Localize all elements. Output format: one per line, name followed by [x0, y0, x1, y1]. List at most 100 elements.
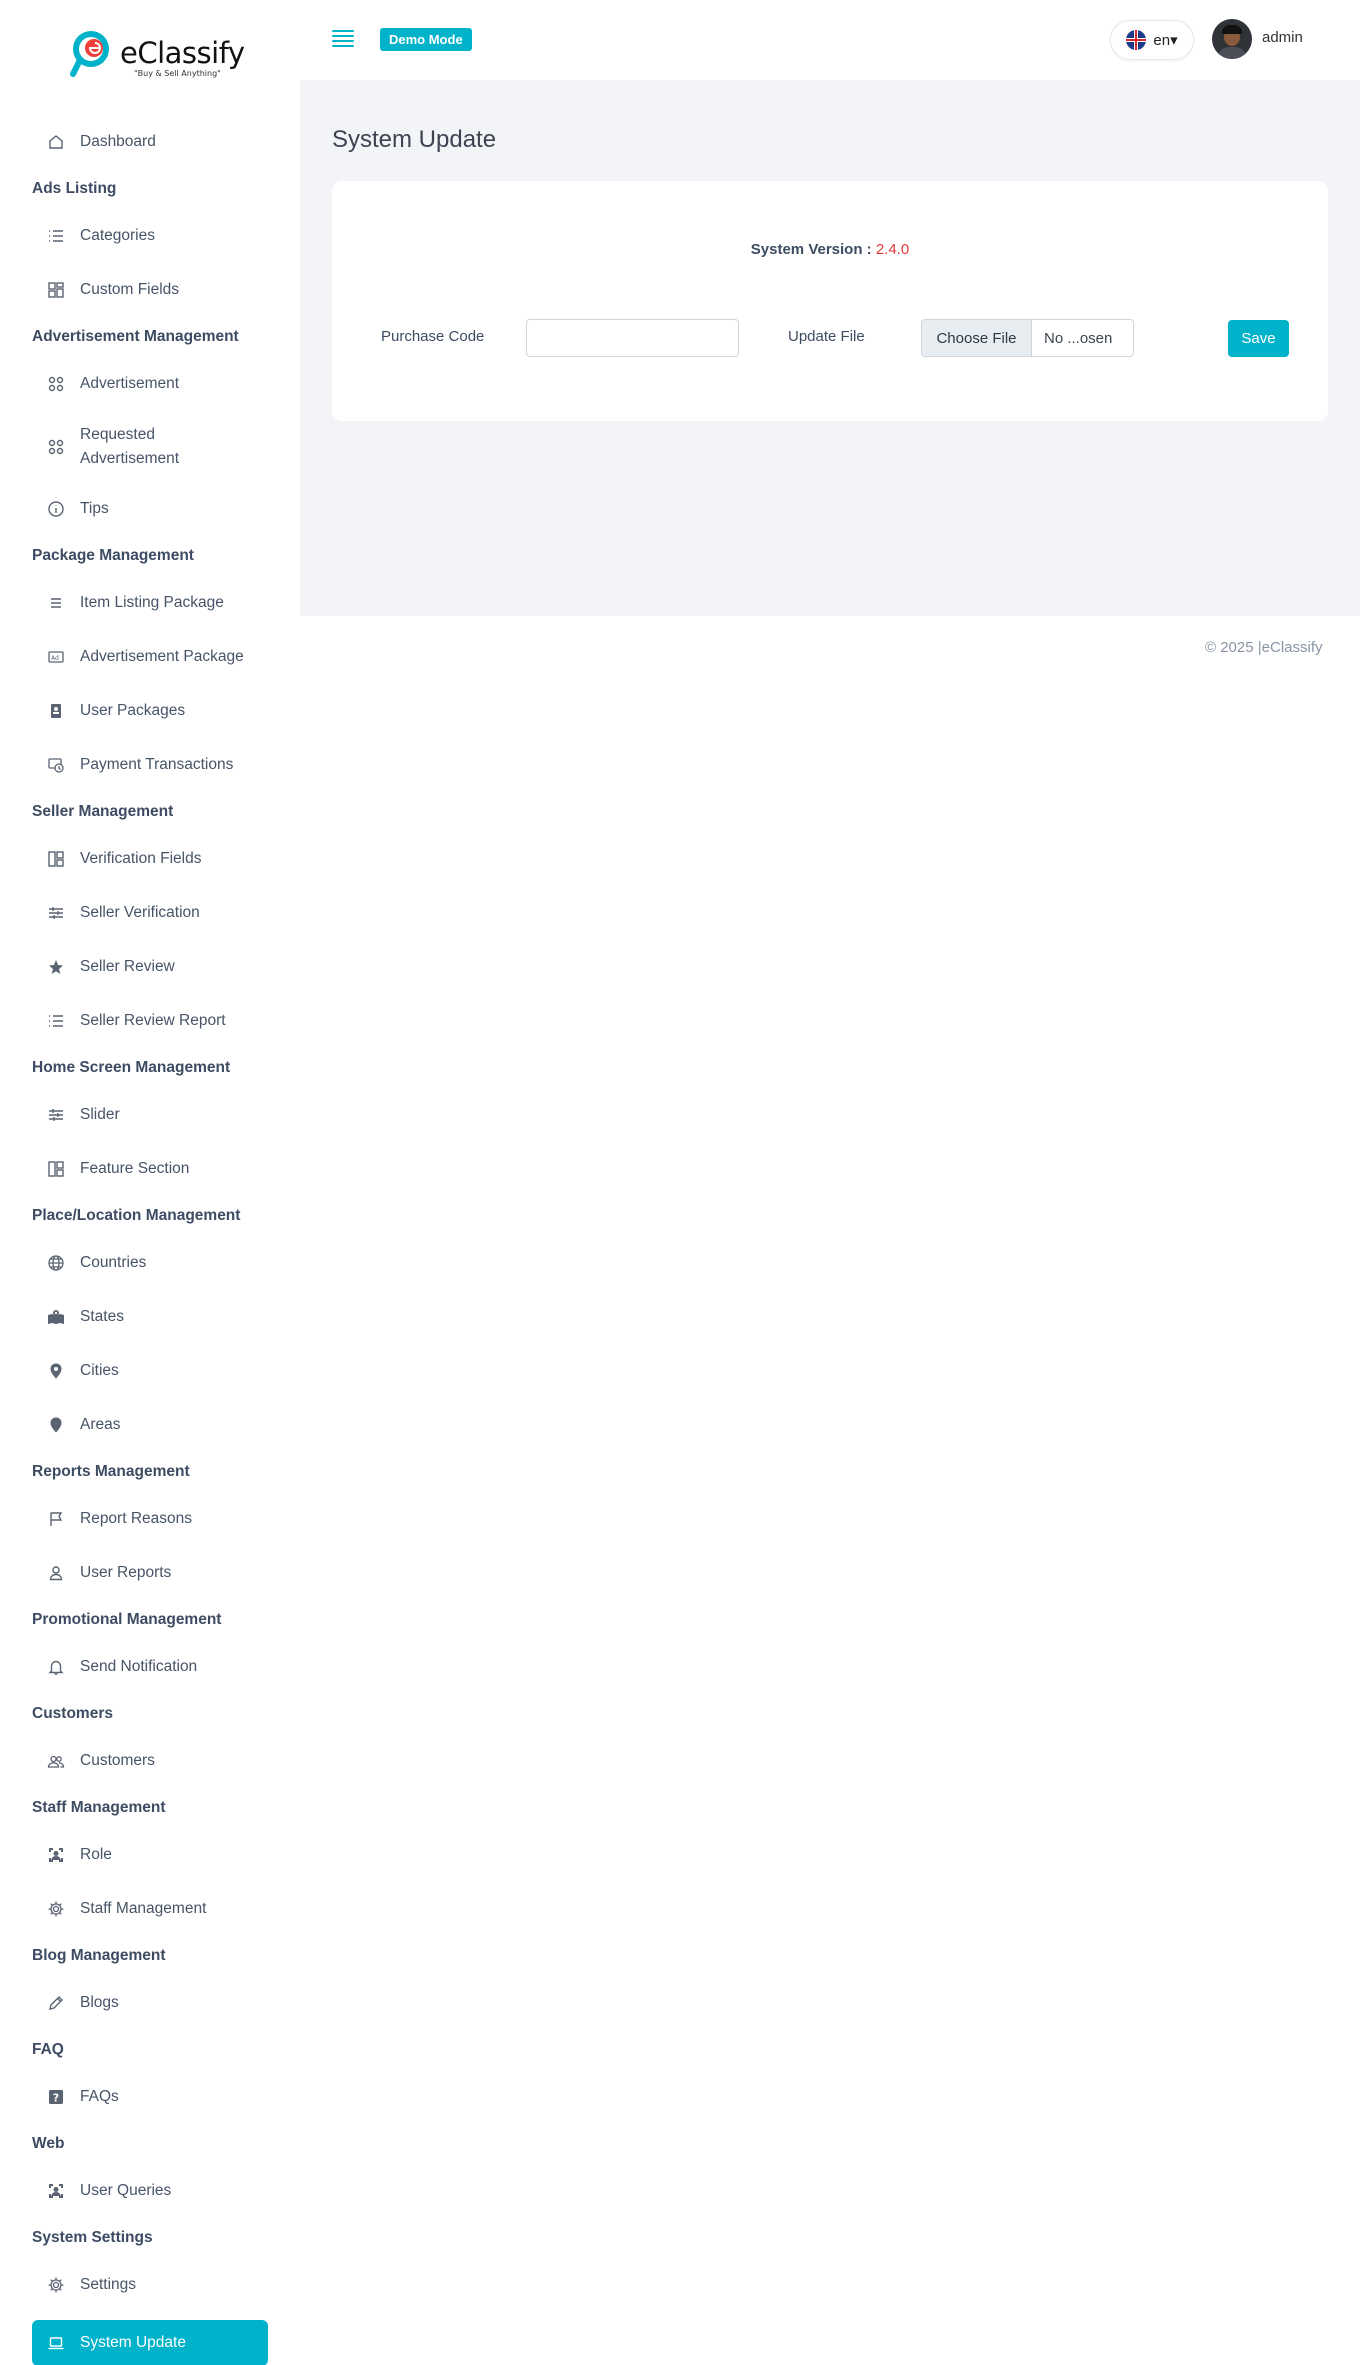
- sidebar-item-seller-review[interactable]: Seller Review: [32, 940, 268, 994]
- main-content: System Update System Version : 2.4.0 Pur…: [300, 80, 1360, 616]
- sidebar-group-home-screen-management: Home Screen Management: [32, 1059, 231, 1076]
- bell-icon: [46, 1657, 66, 1677]
- update-file-label: Update File: [788, 328, 865, 345]
- sidebar: eClassify "Buy & Sell Anything" Dashboar…: [0, 0, 300, 2365]
- sidebar-item-label: Custom Fields: [80, 281, 180, 298]
- sidebar-item-slider[interactable]: Slider: [32, 1088, 268, 1142]
- sidebar-item-customers[interactable]: Customers: [32, 1734, 268, 1788]
- user-square-icon: [46, 2181, 66, 2201]
- question-icon: ?: [46, 2087, 66, 2107]
- brand-name: eClassify: [120, 36, 245, 70]
- sidebar-item-states[interactable]: States: [32, 1290, 268, 1344]
- svg-text:?: ?: [53, 2092, 59, 2105]
- sidebar-item-label: System Update: [80, 2334, 186, 2351]
- language-label: en▾: [1153, 32, 1178, 49]
- sidebar-item-blogs[interactable]: Blogs: [32, 1976, 268, 2030]
- sidebar-item-custom-fields[interactable]: Custom Fields: [32, 263, 268, 317]
- sidebar-group-customers: Customers: [32, 1705, 113, 1722]
- info-icon: [46, 499, 66, 519]
- sidebar-group-reports-management: Reports Management: [32, 1463, 190, 1480]
- logo[interactable]: eClassify "Buy & Sell Anything": [70, 30, 250, 86]
- system-version: System Version : 2.4.0: [332, 241, 1328, 258]
- sidebar-item-report-reasons[interactable]: Report Reasons: [32, 1492, 268, 1546]
- sidebar-group-place-location-management: Place/Location Management: [32, 1207, 241, 1224]
- sidebar-item-cities[interactable]: Cities: [32, 1344, 268, 1398]
- sidebar-item-label: User Packages: [80, 702, 186, 719]
- user-icon: [46, 1563, 66, 1583]
- star-icon: [46, 957, 66, 977]
- sidebar-item-staff-management[interactable]: Staff Management: [32, 1882, 268, 1936]
- user-name[interactable]: admin: [1262, 29, 1303, 46]
- sidebar-item-label: Dashboard: [80, 133, 156, 150]
- sidebar-group-seller-management: Seller Management: [32, 803, 174, 820]
- sidebar-item-countries[interactable]: Countries: [32, 1236, 268, 1290]
- sidebar-item-label: Seller Verification: [80, 904, 200, 921]
- sidebar-item-label: Staff Management: [80, 1900, 207, 1917]
- sidebar-item-system-update[interactable]: System Update: [32, 2320, 268, 2365]
- sidebar-item-label: Categories: [80, 227, 155, 244]
- demo-mode-badge: Demo Mode: [380, 28, 472, 51]
- system-version-label: System Version :: [750, 241, 872, 258]
- logo-icon: [70, 30, 112, 82]
- hamburger-menu-icon[interactable]: [332, 30, 354, 50]
- purchase-code-input[interactable]: [526, 319, 739, 357]
- sidebar-group-web: Web: [32, 2135, 65, 2152]
- pencil-icon: [46, 1993, 66, 2013]
- system-version-value: 2.4.0: [875, 241, 910, 258]
- choose-file-button[interactable]: Choose File: [922, 320, 1032, 356]
- map-pin-icon: [46, 1361, 66, 1381]
- list-icon: [46, 1011, 66, 1031]
- sidebar-item-label: User Reports: [80, 1564, 172, 1581]
- system-update-card: System Version : 2.4.0 Purchase Code Upd…: [332, 181, 1328, 421]
- avatar[interactable]: [1212, 19, 1252, 59]
- sidebar-item-label: Advertisement: [80, 449, 180, 467]
- sidebar-nav: Dashboard Ads Listing Categories Custom …: [32, 115, 268, 2365]
- top-header: Demo Mode en▾ admin: [300, 0, 1360, 80]
- map-pin-icon: [46, 1415, 66, 1435]
- sidebar-group-ads-listing: Ads Listing: [32, 180, 117, 197]
- sidebar-item-settings[interactable]: Settings: [32, 2258, 268, 2312]
- sidebar-item-tips[interactable]: Tips: [32, 482, 268, 536]
- sidebar-item-user-queries[interactable]: User Queries: [32, 2164, 268, 2218]
- flag-icon: [46, 1509, 66, 1529]
- sidebar-item-label: Advertisement: [80, 375, 180, 392]
- sidebar-item-label: Customers: [80, 1752, 155, 1769]
- layout-icon: [46, 1159, 66, 1179]
- sidebar-item-seller-review-report[interactable]: Seller Review Report: [32, 994, 268, 1048]
- sidebar-item-label: Requested: [80, 425, 155, 443]
- sidebar-item-label: Areas: [80, 1416, 121, 1433]
- apps-icon: [46, 437, 66, 457]
- svg-text:Ad: Ad: [51, 655, 59, 662]
- sidebar-item-areas[interactable]: Areas: [32, 1398, 268, 1452]
- grid-icon: [46, 280, 66, 300]
- sidebar-item-advertisement-package[interactable]: Ad Advertisement Package: [32, 630, 268, 684]
- sidebar-item-label: FAQs: [80, 2088, 119, 2105]
- sidebar-item-role[interactable]: Role: [32, 1828, 268, 1882]
- sidebar-item-feature-section[interactable]: Feature Section: [32, 1142, 268, 1196]
- sidebar-item-dashboard[interactable]: Dashboard: [32, 115, 268, 169]
- sidebar-item-label: States: [80, 1308, 124, 1325]
- sidebar-item-user-reports[interactable]: User Reports: [32, 1546, 268, 1600]
- save-button[interactable]: Save: [1228, 320, 1289, 357]
- home-icon: [46, 132, 66, 152]
- menu-lines-icon: [46, 593, 66, 613]
- sidebar-item-label: Report Reasons: [80, 1510, 193, 1527]
- sidebar-item-requested-advertisement[interactable]: Requested Advertisement: [32, 411, 268, 482]
- sidebar-item-payment-transactions[interactable]: Payment Transactions: [32, 738, 268, 792]
- sidebar-item-seller-verification[interactable]: Seller Verification: [32, 886, 268, 940]
- user-square-icon: [46, 1845, 66, 1865]
- sidebar-item-user-packages[interactable]: User Packages: [32, 684, 268, 738]
- laptop-icon: [46, 2333, 66, 2353]
- language-dropdown[interactable]: en▾: [1110, 20, 1194, 60]
- sidebar-item-faqs[interactable]: ? FAQs: [32, 2070, 268, 2124]
- sidebar-item-advertisement[interactable]: Advertisement: [32, 357, 268, 411]
- user-badge-icon: [46, 701, 66, 721]
- update-file-input[interactable]: Choose File No ...osen: [921, 319, 1134, 357]
- sidebar-item-label: Slider: [80, 1106, 120, 1123]
- sidebar-item-categories[interactable]: Categories: [32, 209, 268, 263]
- sidebar-item-verification-fields[interactable]: Verification Fields: [32, 832, 268, 886]
- sidebar-item-send-notification[interactable]: Send Notification: [32, 1640, 268, 1694]
- brand-tagline: "Buy & Sell Anything": [134, 69, 221, 78]
- sidebar-item-label: User Queries: [80, 2182, 172, 2199]
- sidebar-item-item-listing-package[interactable]: Item Listing Package: [32, 576, 268, 630]
